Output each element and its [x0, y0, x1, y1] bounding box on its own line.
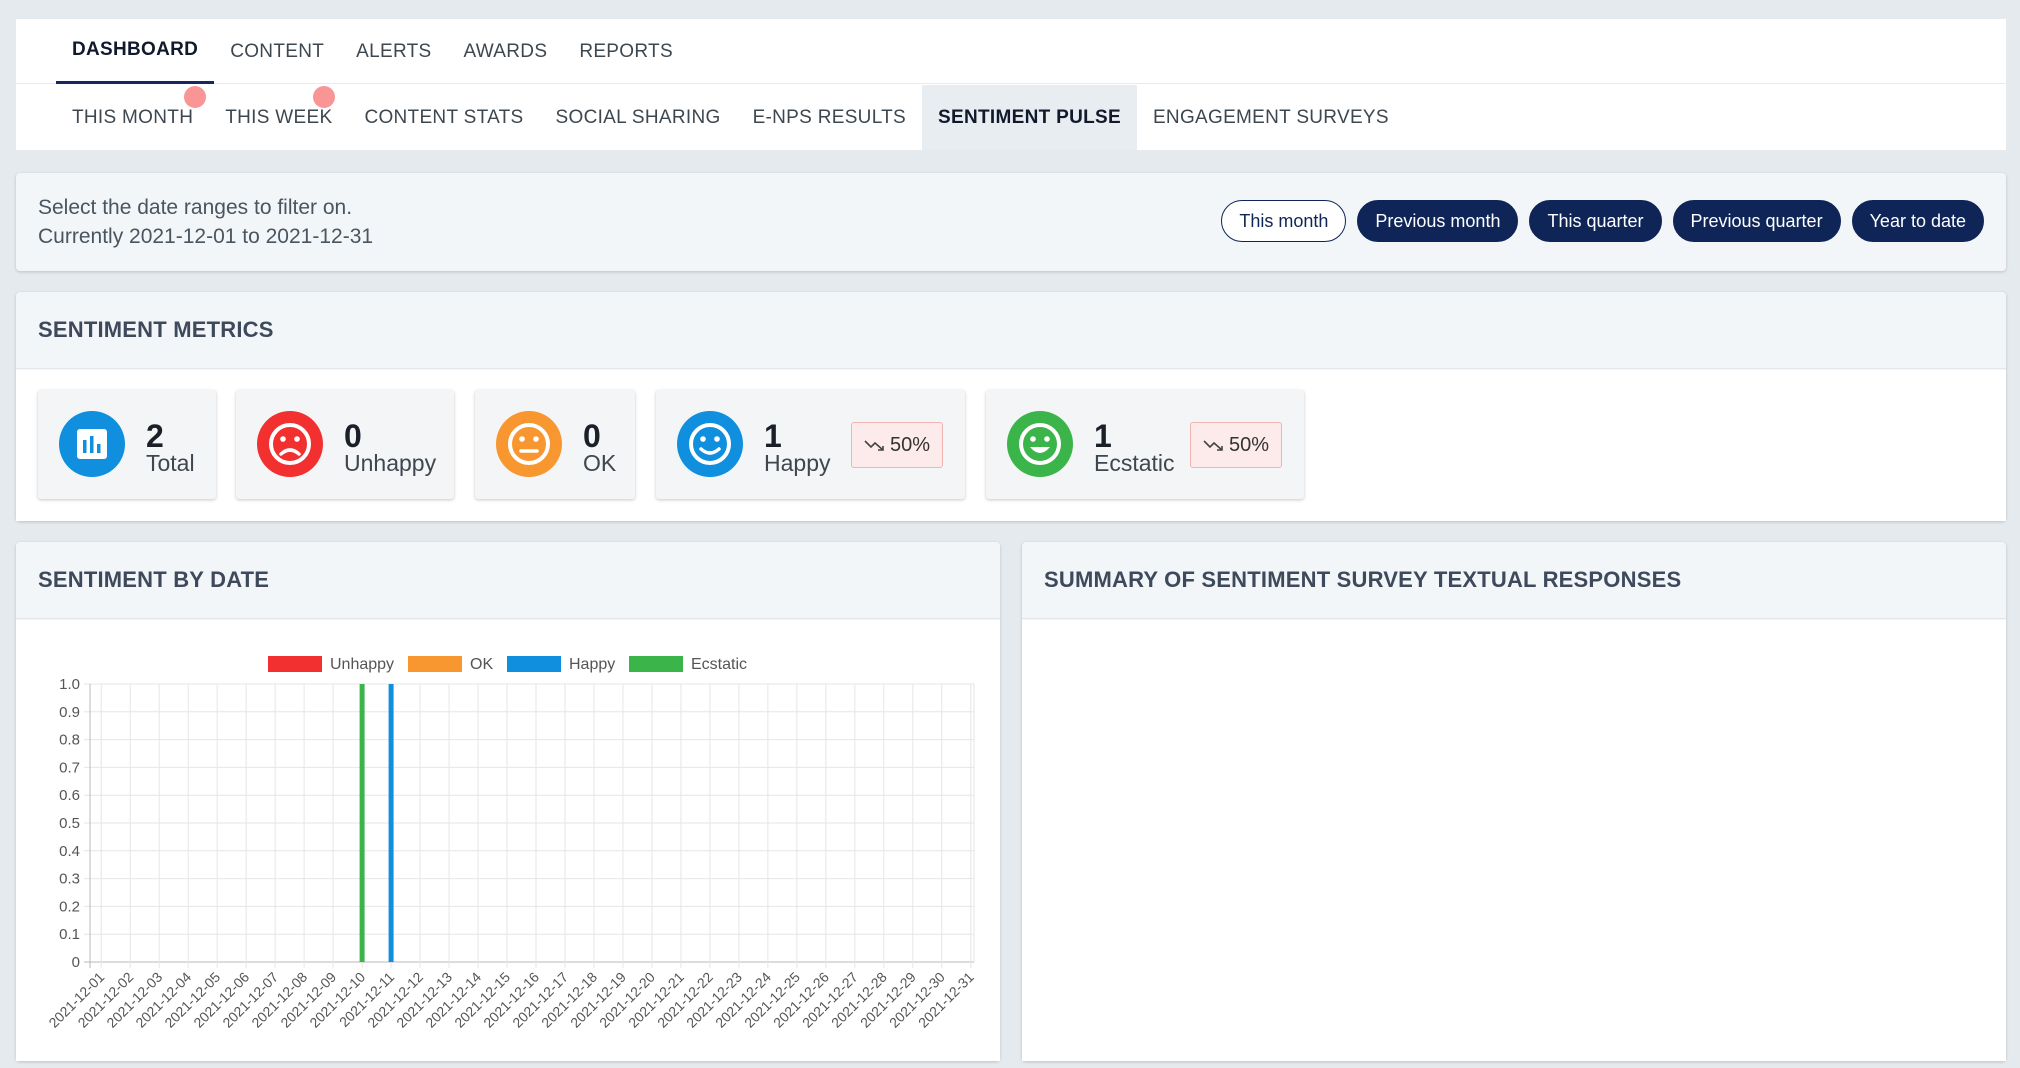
filter-instruction: Select the date ranges to filter on.: [38, 196, 353, 219]
subtab-engagement-surveys[interactable]: ENGAGEMENT SURVEYS: [1137, 85, 1405, 150]
legend-swatch-ok: [408, 656, 462, 672]
summary-body: [1022, 620, 2006, 1061]
y-tick-label: 0.3: [59, 871, 80, 888]
metric-total-label: Total: [146, 450, 195, 476]
previous-month-button[interactable]: Previous month: [1357, 200, 1519, 242]
top-navigation: DASHBOARD CONTENT ALERTS AWARDS REPORTS …: [16, 19, 2006, 150]
happy-trend-badge: 50%: [851, 422, 944, 468]
notification-dot: [313, 86, 335, 108]
y-tick-label: 1.0: [59, 676, 80, 693]
metric-unhappy-label: Unhappy: [344, 450, 437, 476]
sentiment-by-date-card: SENTIMENT BY DATE 1.0 0.9 0.8 0.7 0.6 0.5 0.4 0…: [16, 542, 1000, 1061]
legend-label-unhappy: Unhappy: [330, 656, 394, 673]
tab-awards[interactable]: AWARDS: [448, 19, 564, 84]
subtab-content-stats[interactable]: CONTENT STATS: [348, 85, 539, 150]
legend-label-ecstatic: Ecstatic: [691, 656, 747, 673]
sentiment-by-date-chart: 1.00.90.80.70.60.50.40.30.20.102021-12-0…: [45, 656, 977, 1031]
legend-label-ok: OK: [470, 656, 493, 673]
y-tick-label: 0.8: [59, 732, 80, 749]
subtab-social-sharing[interactable]: SOCIAL SHARING: [540, 85, 737, 150]
grin-face-icon: [1007, 411, 1073, 477]
this-month-button[interactable]: This month: [1221, 200, 1347, 242]
sentiment-chart-container: 1.0 0.9 0.8 0.7 0.6 0.5 0.4 0.3 0.2 0.1 0 2021-12-0…: [16, 620, 1000, 1061]
sentiment-metrics-title: SENTIMENT METRICS: [16, 292, 2006, 369]
metric-total: 2 Total: [38, 390, 216, 499]
previous-quarter-button[interactable]: Previous quarter: [1672, 200, 1841, 242]
neutral-face-icon: [496, 411, 562, 477]
ecstatic-trend-value: 50%: [1229, 433, 1270, 456]
metric-ok-label: OK: [583, 450, 617, 476]
y-tick-label: 0.7: [59, 759, 80, 776]
metric-ecstatic-label: Ecstatic: [1094, 450, 1175, 476]
ecstatic-trend-badge: 50%: [1190, 422, 1283, 468]
sad-face-icon: [257, 411, 323, 477]
legend-swatch-ecstatic: [629, 656, 683, 672]
tab-dashboard[interactable]: DASHBOARD: [56, 19, 215, 84]
sentiment-by-date-title: SENTIMENT BY DATE: [16, 542, 1000, 619]
bar-happy: [388, 684, 394, 962]
bar-chart-icon: [59, 411, 125, 477]
metric-happy: 1 Happy 50%: [656, 390, 965, 499]
y-tick-label: 0.1: [59, 926, 80, 943]
tab-alerts[interactable]: ALERTS: [340, 19, 447, 84]
metric-ecstatic: 1 Ecstatic 50%: [986, 390, 1304, 499]
main-tabs: DASHBOARD CONTENT ALERTS AWARDS REPORTS: [16, 19, 2006, 84]
year-to-date-button[interactable]: Year to date: [1851, 200, 1984, 242]
filter-current-range: Currently 2021-12-01 to 2021-12-31: [38, 225, 374, 248]
sentiment-metrics-card: SENTIMENT METRICS 2 Total 0 Unhappy 0 OK…: [16, 292, 2006, 521]
bar-ecstatic: [359, 684, 365, 962]
filter-description: Select the date ranges to filter on. Cur…: [38, 193, 373, 251]
tab-reports[interactable]: REPORTS: [563, 19, 689, 84]
trend-down-icon: [1203, 440, 1223, 451]
notification-dot: [184, 86, 206, 108]
legend-swatch-unhappy: [268, 656, 322, 672]
tab-content[interactable]: CONTENT: [214, 19, 340, 84]
date-filter-bar: Select the date ranges to filter on. Cur…: [16, 173, 2006, 271]
subtab-enps-results[interactable]: E-NPS RESULTS: [737, 85, 922, 150]
date-range-buttons: This month Previous month This quarter P…: [1221, 200, 1984, 242]
metric-happy-label: Happy: [764, 450, 831, 476]
y-tick-label: 0.5: [59, 815, 80, 832]
y-tick-label: 0.2: [59, 898, 80, 915]
summary-card: SUMMARY OF SENTIMENT SURVEY TEXTUAL RESP…: [1022, 542, 2006, 1061]
smile-face-icon: [677, 411, 743, 477]
legend-swatch-happy: [507, 656, 561, 672]
y-tick-label: 0.9: [59, 704, 80, 721]
summary-title: SUMMARY OF SENTIMENT SURVEY TEXTUAL RESP…: [1022, 542, 2006, 619]
happy-trend-value: 50%: [890, 433, 931, 456]
metric-ok: 0 OK: [475, 390, 635, 499]
y-tick-label: 0.6: [59, 787, 80, 804]
trend-down-icon: [864, 440, 884, 451]
metrics-body: 2 Total 0 Unhappy 0 OK 1 Happy 50% 1 Ecs…: [16, 370, 2006, 521]
metric-unhappy: 0 Unhappy: [236, 390, 454, 499]
y-tick-label: 0: [72, 954, 80, 971]
y-tick-label: 0.4: [59, 843, 80, 860]
legend-label-happy: Happy: [569, 656, 615, 673]
this-quarter-button[interactable]: This quarter: [1529, 200, 1662, 242]
subtab-sentiment-pulse[interactable]: SENTIMENT PULSE: [922, 85, 1137, 150]
